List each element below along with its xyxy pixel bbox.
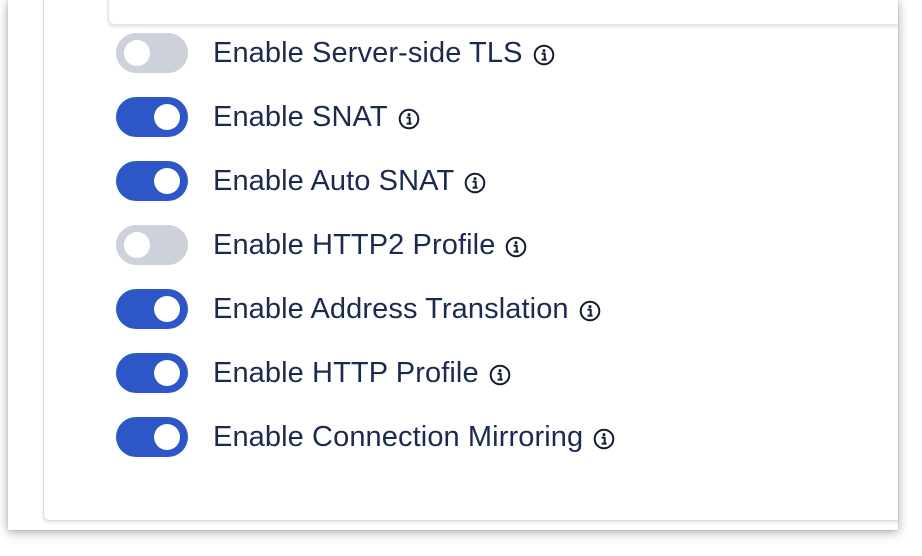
info-icon[interactable]: [463, 171, 487, 195]
address-translation-toggle[interactable]: [116, 289, 188, 329]
toggle-label: Enable HTTP Profile: [213, 356, 479, 389]
info-icon[interactable]: [397, 107, 421, 131]
toggle-label: Enable Auto SNAT: [213, 164, 455, 197]
toggle-knob: [124, 232, 150, 258]
toggle-list: Enable Server-side TLS Enable SNAT Enabl…: [116, 33, 616, 457]
http-profile-toggle[interactable]: [116, 353, 188, 393]
toggle-label: Enable Connection Mirroring: [213, 420, 584, 453]
info-icon[interactable]: [578, 299, 602, 323]
info-icon[interactable]: [592, 427, 616, 451]
toggle-knob: [154, 168, 180, 194]
server-side-tls-toggle[interactable]: [116, 33, 188, 73]
toggle-row-address-translation: Enable Address Translation: [116, 289, 616, 329]
toggle-knob: [154, 104, 180, 130]
info-icon[interactable]: [488, 363, 512, 387]
app-window: Enable Server-side TLS Enable SNAT Enabl…: [8, 0, 898, 530]
toggle-label: Enable Server-side TLS: [213, 36, 523, 69]
toggle-label: Enable SNAT: [213, 100, 388, 133]
toggle-label: Enable Address Translation: [213, 292, 569, 325]
toggle-row-auto-snat: Enable Auto SNAT: [116, 161, 616, 201]
toggle-knob: [154, 424, 180, 450]
toggle-row-http2-profile: Enable HTTP2 Profile: [116, 225, 616, 265]
toggle-row-snat: Enable SNAT: [116, 97, 616, 137]
toggle-row-http-profile: Enable HTTP Profile: [116, 353, 616, 393]
info-icon[interactable]: [532, 43, 556, 67]
toggle-knob: [154, 360, 180, 386]
toggle-knob: [124, 40, 150, 66]
toggle-knob: [154, 296, 180, 322]
auto-snat-toggle[interactable]: [116, 161, 188, 201]
snat-toggle[interactable]: [116, 97, 188, 137]
toggle-row-server-side-tls: Enable Server-side TLS: [116, 33, 616, 73]
section-card: [108, 0, 898, 25]
http2-profile-toggle[interactable]: [116, 225, 188, 265]
toggle-label: Enable HTTP2 Profile: [213, 228, 496, 261]
toggle-row-connection-mirroring: Enable Connection Mirroring: [116, 417, 616, 457]
info-icon[interactable]: [504, 235, 528, 259]
connection-mirroring-toggle[interactable]: [116, 417, 188, 457]
